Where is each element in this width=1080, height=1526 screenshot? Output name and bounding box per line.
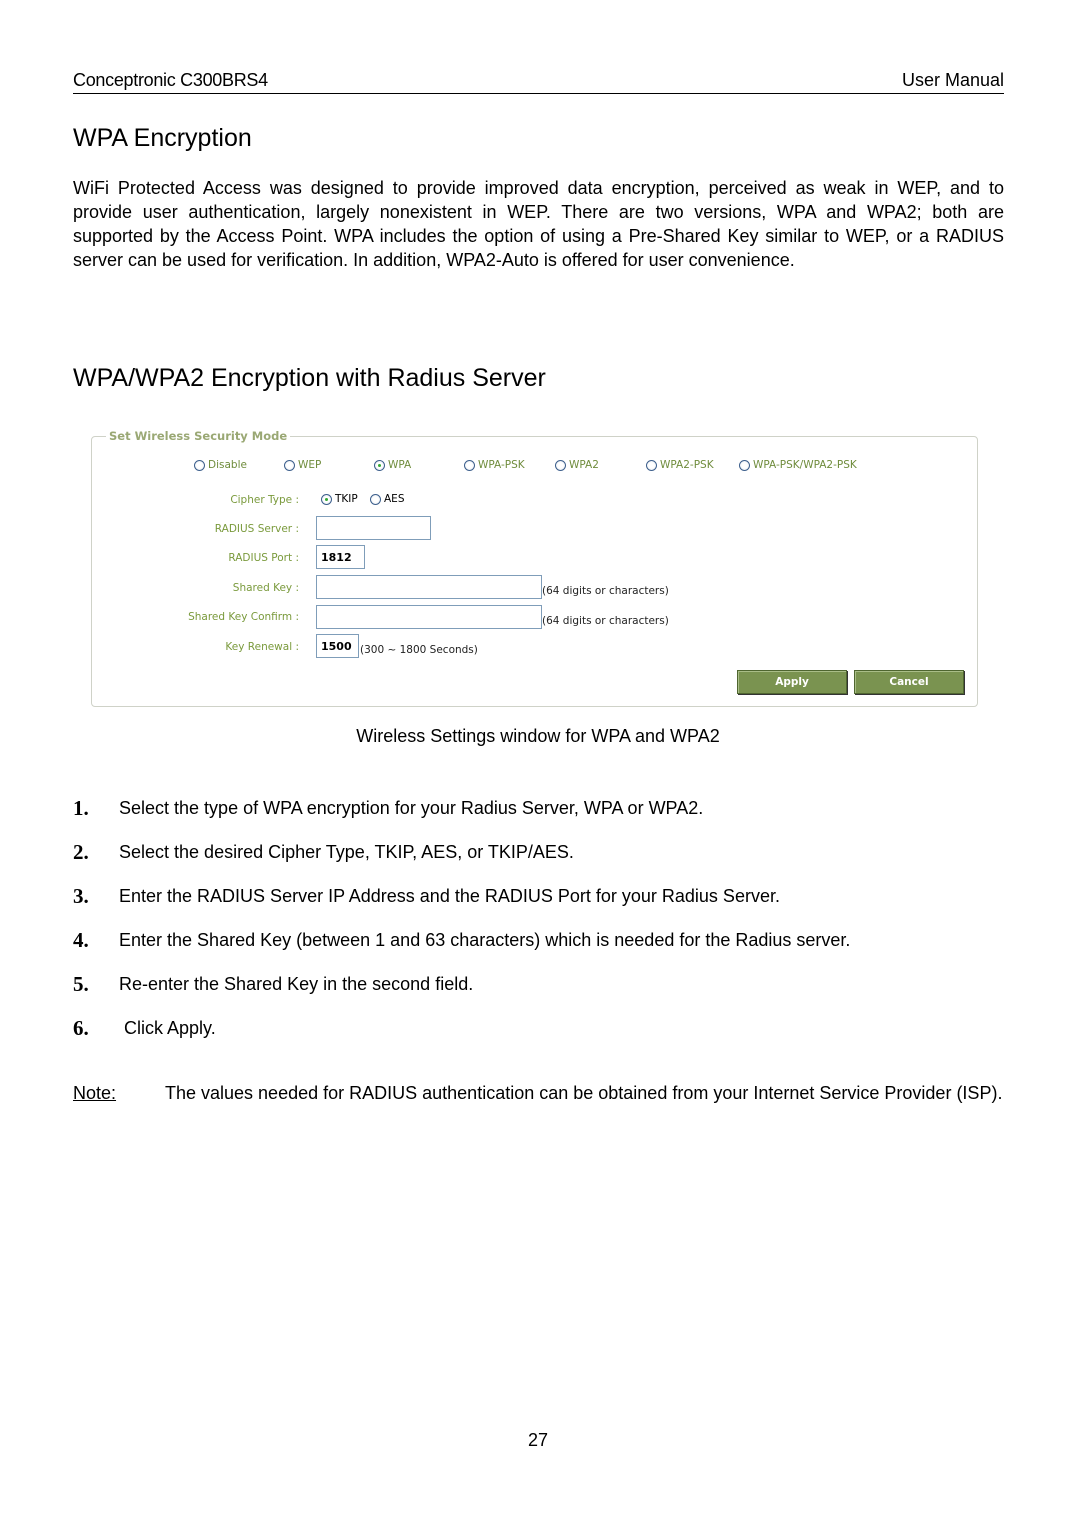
cipher-radio-aes[interactable]: AES (370, 493, 404, 505)
shared-key-label: Shared Key : (232, 582, 299, 594)
shared-key-confirm-label: Shared Key Confirm : (188, 611, 299, 623)
radio-icon (739, 459, 750, 471)
page-number: 27 (527, 1430, 549, 1450)
mode-radio-wpa2[interactable]: WPA2 (555, 459, 599, 471)
key-renewal-hint: (300 ~ 1800 Seconds) (360, 644, 478, 656)
radio-selected-icon (374, 459, 385, 471)
radio-icon (555, 459, 566, 471)
mode-radio-wpa2-psk[interactable]: WPA2-PSK (646, 459, 714, 471)
shared-key-input[interactable] (316, 575, 542, 599)
wireless-security-panel: Set Wireless Security Mode Disable WEP W… (91, 429, 978, 707)
radio-icon (464, 459, 475, 471)
shared-key-confirm-input[interactable] (316, 605, 542, 629)
figure-caption: Wireless Settings window for WPA and WPA… (356, 726, 720, 746)
cancel-button[interactable]: Cancel (854, 670, 964, 694)
radio-selected-icon (321, 493, 332, 505)
radio-icon (284, 459, 295, 471)
radius-server-label: RADIUS Server : (214, 523, 299, 535)
mode-radio-disable[interactable]: Disable (194, 459, 247, 471)
section-title-wpa-radius: WPA/WPA2 Encryption with Radius Server (73, 364, 546, 392)
key-renewal-input[interactable] (316, 634, 359, 658)
intro-paragraph: WiFi Protected Access was designed to pr… (73, 178, 1004, 270)
radio-icon (194, 459, 205, 471)
shared-key-confirm-hint: (64 digits or characters) (542, 615, 669, 627)
note-label: Note: (73, 1083, 117, 1103)
page-header: Conceptronic C300BRS4 User Manual (73, 70, 1004, 94)
radio-icon (646, 459, 657, 471)
cipher-radio-tkip[interactable]: TKIP (321, 493, 358, 505)
panel-legend: Set Wireless Security Mode (106, 429, 291, 443)
key-renewal-label: Key Renewal : (225, 641, 299, 653)
mode-radio-wpa[interactable]: WPA (374, 459, 411, 471)
mode-radio-wpa-psk-wpa2-psk[interactable]: WPA-PSK/WPA2-PSK (739, 459, 857, 471)
radius-server-input[interactable] (316, 516, 431, 540)
note-text: The values needed for RADIUS authenticat… (165, 1083, 1003, 1103)
shared-key-hint: (64 digits or characters) (542, 585, 669, 597)
radius-port-input[interactable] (316, 545, 365, 569)
radius-port-label: RADIUS Port : (228, 552, 299, 564)
header-doc-type: User Manual (901, 70, 1004, 90)
radio-icon (370, 493, 381, 505)
apply-button[interactable]: Apply (737, 670, 847, 694)
cipher-type-label: Cipher Type : (230, 494, 299, 506)
section-title-wpa-encryption: WPA Encryption (73, 124, 252, 152)
mode-radio-wpa-psk[interactable]: WPA-PSK (464, 459, 525, 471)
mode-radio-wep[interactable]: WEP (284, 459, 321, 471)
header-product: Conceptronic C300BRS4 (73, 70, 268, 90)
